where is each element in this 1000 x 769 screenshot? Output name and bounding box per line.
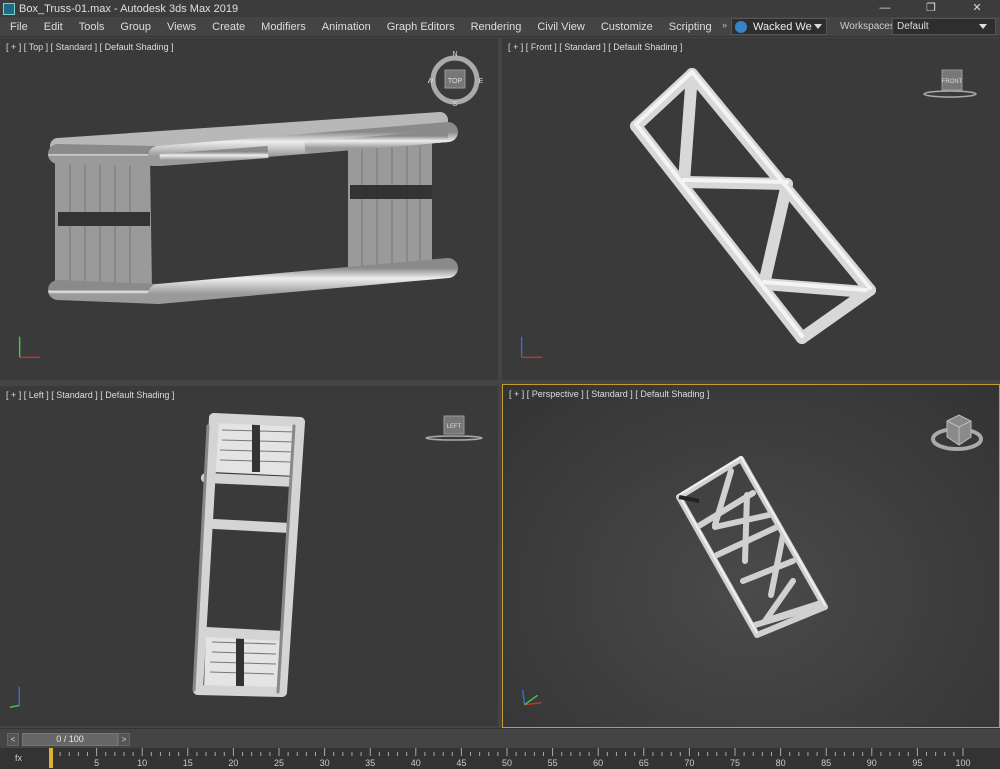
viewport-left[interactable]: [ + ] [ Left ] [ Standard ] [ Default Sh… [0,386,498,726]
viewport-top[interactable]: [ + ] [ Top ] [ Standard ] [ Default Sha… [0,38,498,380]
user-account-dropdown[interactable]: Wacked We [731,18,827,35]
frame-tick-label: 50 [501,758,513,768]
frame-scale[interactable]: 5 10 15 20 25 30 35 40 45 50 55 60 65 70 75 80 85 90 95 100 [48,748,971,769]
frame-tick-label: 95 [912,758,923,768]
workspaces-label: Workspaces: [840,21,898,32]
menu-modifiers[interactable]: Modifiers [261,21,306,33]
compass-south: S [453,101,458,106]
menu-animation[interactable]: Animation [322,21,371,33]
window-title: Box_Truss-01.max - Autodesk 3ds Max 2019 [19,2,239,15]
frame-tick-label: 75 [729,758,741,768]
track-bar[interactable]: fx 5 10 15 20 25 30 35 40 45 50 55 60 65 70 75 80 85 90 95… [0,748,1000,769]
viewcube-left[interactable]: LEFT [424,412,484,448]
menu-scripting[interactable]: Scripting [669,21,712,33]
frame-tick-label: 70 [684,758,695,768]
truss-model-perspective[interactable] [503,385,1000,728]
viewcube-front[interactable]: FRONT [922,66,978,106]
fx-icon[interactable]: fx [15,753,22,763]
next-frame-button[interactable]: > [118,733,130,746]
app-icon[interactable] [3,2,15,15]
menu-edit[interactable]: Edit [44,21,63,33]
frame-tick-label: 55 [547,758,558,768]
viewcube-face-label: TOP [448,78,463,85]
chevron-down-icon [814,24,822,29]
user-name: Wacked We [753,20,812,33]
menu-create[interactable]: Create [212,21,245,33]
viewport-front[interactable]: [ + ] [ Front ] [ Standard ] [ Default S… [502,38,1000,380]
viewcube-face-label: LEFT [447,424,462,430]
restore-button[interactable]: ❐ [908,0,954,17]
menu-bar: File Edit Tools Group Views Create Modif… [0,17,1000,37]
frame-tick-label: 90 [866,758,877,768]
chevron-down-icon [979,24,987,29]
viewport-perspective[interactable]: [ + ] [ Perspective ] [ Standard ] [ Def… [502,384,1000,728]
menu-group[interactable]: Group [120,21,151,33]
menu-views[interactable]: Views [167,21,196,33]
compass-east: E [479,78,484,85]
truss-model-top[interactable] [0,38,498,380]
frame-tick-label: 30 [319,758,330,768]
axis-tripod-icon [18,336,41,359]
menu-overflow-icon[interactable]: » [722,20,727,30]
frame-tick-label: 85 [821,758,832,768]
menu-customize[interactable]: Customize [601,21,653,33]
frame-tick-label: 25 [273,758,285,768]
frame-tick-label: 20 [228,758,239,768]
axis-tripod-icon [521,689,542,706]
menu-tools[interactable]: Tools [79,21,105,33]
menu-graph-editors[interactable]: Graph Editors [387,21,455,33]
frame-tick-label: 80 [775,758,786,768]
current-frame-marker [49,748,53,768]
workspace-select[interactable]: Default [892,18,996,35]
compass-north: N [452,51,457,58]
frame-tick-label: 35 [365,758,376,768]
frame-tick-label: 10 [137,758,148,768]
minimize-button[interactable]: — [862,0,908,17]
prev-frame-button[interactable]: < [7,733,19,746]
axis-tripod-icon [9,686,20,709]
axis-tripod-icon [520,336,543,359]
frame-tick-label: 45 [456,758,467,768]
frame-tick-label: 5 [94,758,100,768]
menu-rendering[interactable]: Rendering [471,21,522,33]
frame-tick-label: 60 [593,758,604,768]
frame-tick-label: 65 [638,758,649,768]
frame-tick-label: 15 [182,758,193,768]
compass-west: W [428,78,434,85]
menu-file[interactable]: File [10,21,28,33]
viewcube-top[interactable]: TOP N S E W [428,50,484,106]
title-bar: Box_Truss-01.max - Autodesk 3ds Max 2019… [0,0,1000,17]
frame-tick-label: 40 [410,758,421,768]
menu-civil-view[interactable]: Civil View [537,21,584,33]
time-slider[interactable]: < 0 / 100 > [0,728,1000,748]
workspace-value: Default [897,21,929,32]
viewcube-face-label: FRONT [942,79,963,85]
frame-tick-label: 100 [955,758,971,768]
user-icon [735,20,747,33]
viewcube-perspective[interactable] [929,407,985,463]
close-button[interactable]: ✕ [954,0,1000,17]
time-slider-thumb[interactable]: 0 / 100 [22,733,118,746]
